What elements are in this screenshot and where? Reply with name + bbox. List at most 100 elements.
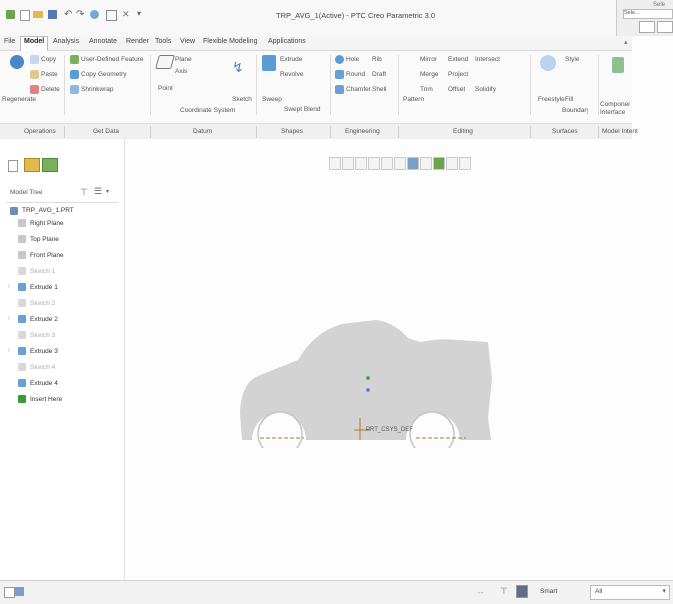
expand-arrow-icon[interactable]: ›: [8, 284, 10, 290]
chamfer-button[interactable]: Chamfer: [346, 86, 371, 93]
search-scroll-left-button[interactable]: [639, 21, 655, 33]
refit-icon[interactable]: [329, 157, 341, 170]
tree-item[interactable]: › Extrude 3: [0, 345, 124, 361]
tree-filter-icon[interactable]: ⊤: [80, 187, 88, 198]
customize-chevron-down-icon[interactable]: ▾: [137, 9, 141, 18]
tab-analysis[interactable]: Analysis: [53, 38, 79, 45]
intersect-button[interactable]: Intersect: [475, 56, 500, 63]
redo-icon[interactable]: ↷: [76, 9, 84, 20]
delete-button[interactable]: Delete: [41, 86, 60, 93]
close-window-icon[interactable]: ✕: [122, 9, 130, 20]
folder-browser-icon[interactable]: [24, 158, 40, 172]
copy-icon[interactable]: [30, 55, 39, 64]
expand-arrow-icon[interactable]: ›: [8, 348, 10, 354]
message-log-icon[interactable]: [4, 587, 15, 598]
tab-applications[interactable]: Applications: [268, 38, 306, 45]
tree-item[interactable]: Insert Here: [0, 393, 124, 409]
round-button[interactable]: Round: [346, 71, 365, 78]
fill-button[interactable]: Fill: [565, 96, 573, 103]
sketch-icon[interactable]: ↯: [232, 59, 244, 76]
project-button[interactable]: Project: [448, 71, 468, 78]
spin-center-icon[interactable]: [433, 157, 445, 170]
repaint-icon[interactable]: [368, 157, 380, 170]
trim-button[interactable]: Trim: [420, 86, 433, 93]
open-icon[interactable]: [33, 11, 43, 18]
navigator-toggle-icon[interactable]: [15, 587, 24, 596]
delete-icon[interactable]: [30, 85, 39, 94]
favorites-icon[interactable]: [42, 158, 58, 172]
expand-arrow-icon[interactable]: ›: [8, 316, 10, 322]
perspective-icon[interactable]: [459, 157, 471, 170]
tree-item[interactable]: › Extrude 1: [0, 281, 124, 297]
point-button[interactable]: Point: [158, 85, 173, 92]
revolve-button[interactable]: Revolve: [280, 71, 303, 78]
mirror-button[interactable]: Mirror: [420, 56, 437, 63]
merge-button[interactable]: Merge: [420, 71, 438, 78]
copy-button[interactable]: Copy: [41, 56, 56, 63]
tree-root[interactable]: TRP_AVG_1.PRT: [8, 205, 118, 217]
sketch-button[interactable]: Sketch: [232, 96, 252, 103]
paste-icon[interactable]: [30, 70, 39, 79]
plane-icon[interactable]: [155, 55, 175, 69]
tree-item[interactable]: Right Plane: [0, 217, 124, 233]
tree-settings-chevron-down-icon[interactable]: ▾: [106, 188, 109, 195]
shrinkwrap-icon[interactable]: [70, 85, 79, 94]
save-icon[interactable]: [48, 10, 57, 19]
new-icon[interactable]: [20, 10, 30, 21]
zoom-in-icon[interactable]: [342, 157, 354, 170]
tree-item[interactable]: › Extrude 2: [0, 313, 124, 329]
group-datum[interactable]: Datum: [193, 128, 212, 135]
round-icon[interactable]: [335, 70, 344, 79]
named-views-icon[interactable]: [381, 157, 393, 170]
boundary-blend-button[interactable]: Boundary Blend: [562, 107, 588, 114]
filter-select[interactable]: All ▾: [590, 585, 670, 600]
draft-button[interactable]: Draft: [372, 71, 386, 78]
extrude-icon[interactable]: [262, 55, 276, 71]
tab-flexible-modeling[interactable]: Flexible Modeling: [203, 38, 257, 45]
regenerate-button[interactable]: Regenerate: [2, 96, 36, 103]
offset-button[interactable]: Offset: [448, 86, 465, 93]
view-manager-icon[interactable]: [394, 157, 406, 170]
group-model-intent[interactable]: Model Intent: [602, 128, 638, 135]
zoom-out-icon[interactable]: [355, 157, 367, 170]
extend-button[interactable]: Extend: [448, 56, 468, 63]
group-surfaces[interactable]: Surfaces: [552, 128, 578, 135]
group-editing[interactable]: Editing: [453, 128, 473, 135]
tree-item[interactable]: Front Plane: [0, 249, 124, 265]
group-shapes[interactable]: Shapes: [281, 128, 303, 135]
tree-item[interactable]: Top Plane: [0, 233, 124, 249]
component-interface-icon[interactable]: [612, 57, 624, 73]
search-scroll-right-button[interactable]: [657, 21, 673, 33]
extrude-button[interactable]: Extrude: [280, 56, 302, 63]
find-icon[interactable]: ↔: [476, 586, 485, 596]
group-operations[interactable]: Operations: [24, 128, 56, 135]
tree-settings-icon[interactable]: ☰: [94, 186, 102, 197]
model-tree-icon[interactable]: [8, 160, 18, 172]
coordinate-system-button[interactable]: Coordinate System: [180, 107, 235, 114]
user-defined-feature-button[interactable]: User-Defined Feature: [81, 56, 144, 63]
hole-icon[interactable]: [335, 55, 344, 64]
copy-geometry-button[interactable]: Copy Geometry: [81, 71, 127, 78]
freestyle-icon[interactable]: [540, 55, 556, 71]
sweep-button[interactable]: Sweep: [262, 96, 282, 103]
tab-render[interactable]: Render: [126, 38, 149, 45]
tree-item[interactable]: Extrude 4: [0, 377, 124, 393]
windows-icon[interactable]: [106, 10, 117, 21]
tree-item[interactable]: Sketch 4: [0, 361, 124, 377]
selection-mode-icon[interactable]: [516, 585, 528, 598]
shell-button[interactable]: Shell: [372, 86, 386, 93]
annotation-display-icon[interactable]: [446, 157, 458, 170]
tab-model[interactable]: Model: [20, 36, 49, 51]
tab-annotate[interactable]: Annotate: [89, 38, 117, 45]
tree-item[interactable]: Sketch 1: [0, 265, 124, 281]
shrinkwrap-button[interactable]: Shrinkwrap: [81, 86, 114, 93]
group-engineering[interactable]: Engineering: [345, 128, 380, 135]
component-interface-button[interactable]: Component Interface: [600, 101, 630, 117]
datum-display-icon[interactable]: [420, 157, 432, 170]
hole-button[interactable]: Hole: [346, 56, 359, 63]
display-style-icon[interactable]: [407, 157, 419, 170]
udf-icon[interactable]: [70, 55, 79, 64]
plane-button[interactable]: Plane: [175, 56, 192, 63]
selection-filter-icon[interactable]: ⊤: [500, 586, 508, 597]
regenerate-icon[interactable]: [90, 10, 99, 19]
